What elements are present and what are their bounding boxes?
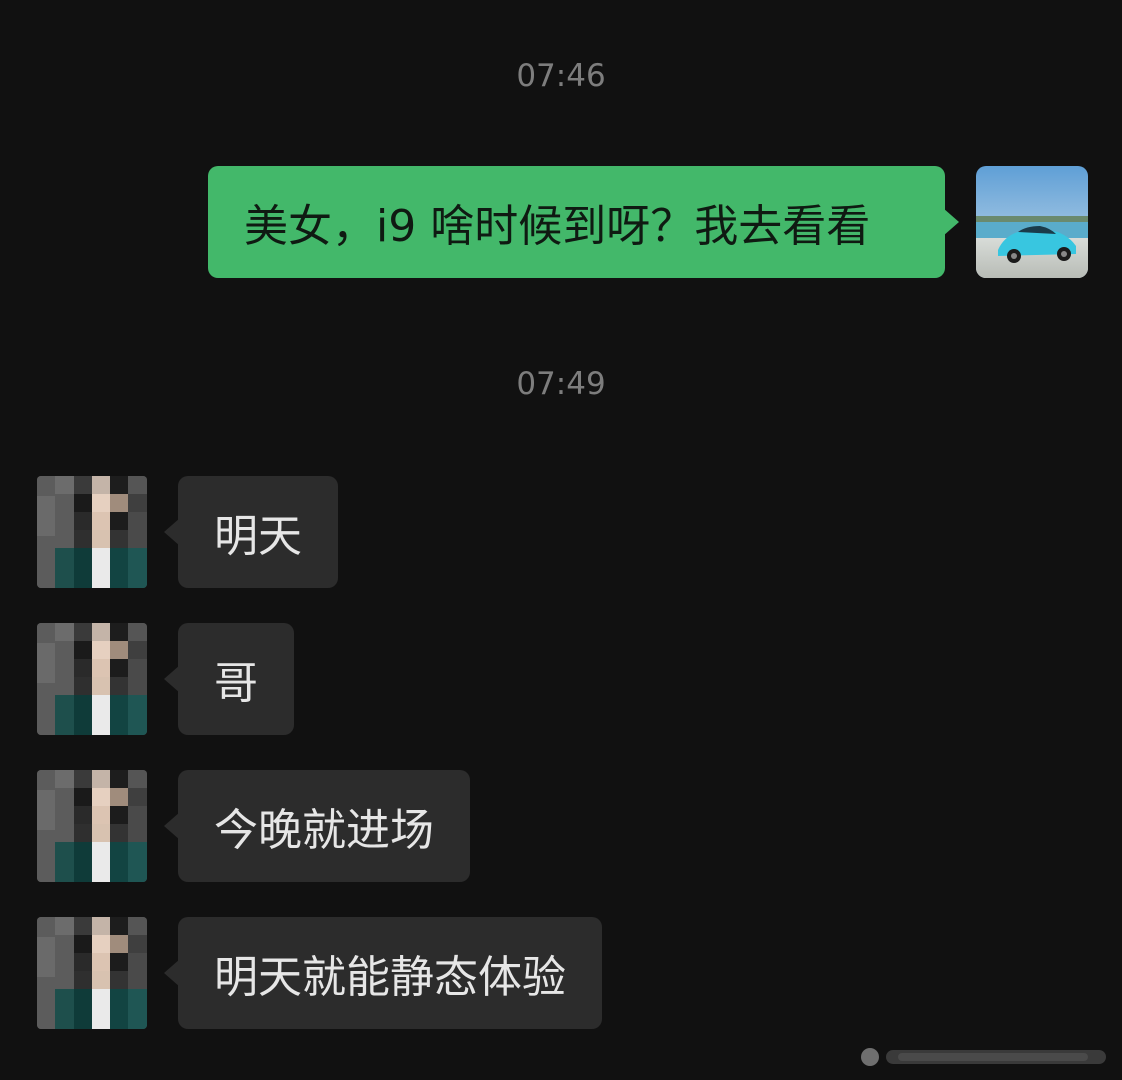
message-timestamp: 07:49	[516, 366, 606, 402]
contact-avatar[interactable]	[37, 917, 147, 1029]
incoming-message-text: 哥	[214, 658, 258, 709]
pixelated-person-avatar-icon	[37, 623, 147, 735]
incoming-message-bubble[interactable]: 哥	[164, 623, 294, 735]
contact-avatar[interactable]	[37, 476, 147, 588]
incoming-message-bubble[interactable]: 明天	[164, 476, 338, 588]
incoming-message-bubble[interactable]: 今晚就进场	[164, 770, 470, 882]
incoming-message-text: 明天就能静态体验	[214, 952, 566, 1003]
self-avatar[interactable]	[976, 166, 1088, 278]
pixelated-person-avatar-icon	[37, 476, 147, 588]
pixelated-person-avatar-icon	[37, 917, 147, 1029]
car-photo-avatar-icon	[976, 166, 1088, 278]
message-timestamp: 07:46	[516, 58, 606, 94]
outgoing-message-text: 美女，i9 啥时候到呀？我去看看	[244, 201, 871, 252]
incoming-message-text: 明天	[214, 511, 302, 562]
contact-avatar[interactable]	[37, 623, 147, 735]
incoming-message-bubble[interactable]: 明天就能静态体验	[164, 917, 602, 1029]
contact-avatar[interactable]	[37, 770, 147, 882]
incoming-message-text: 今晚就进场	[214, 805, 434, 856]
outgoing-message-bubble[interactable]: 美女，i9 啥时候到呀？我去看看	[208, 166, 959, 278]
pixelated-person-avatar-icon	[37, 770, 147, 882]
blurred-watermark-icon	[861, 1048, 1106, 1066]
